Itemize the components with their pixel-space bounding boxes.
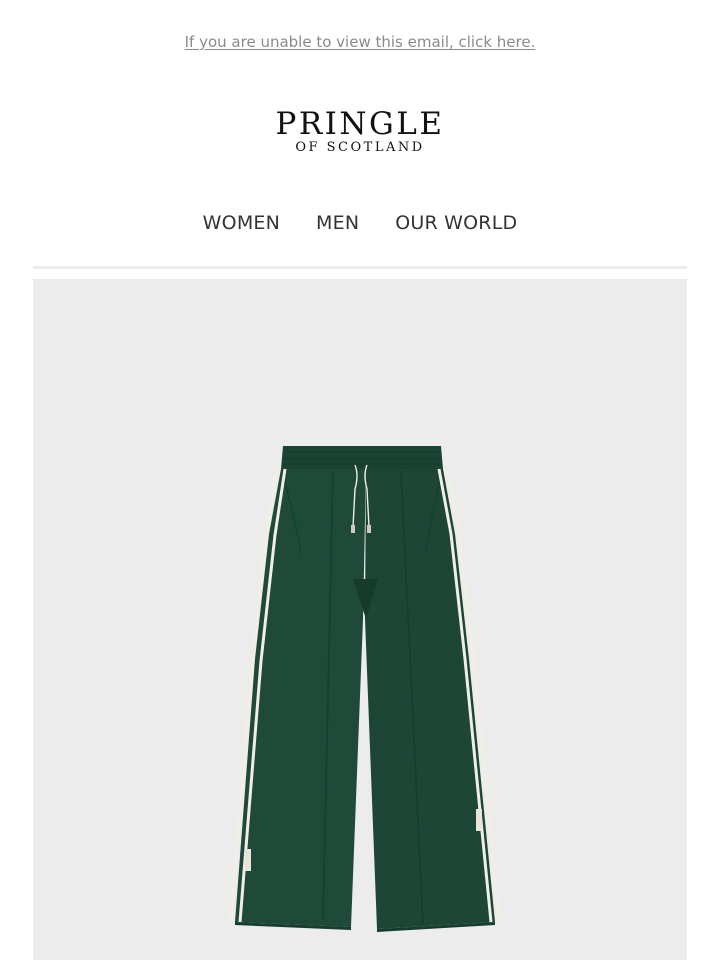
nav-item-women[interactable]: WOMEN bbox=[203, 212, 280, 234]
nav-item-our-world[interactable]: OUR WORLD bbox=[395, 212, 517, 234]
header-divider bbox=[33, 266, 687, 269]
brand-logo[interactable]: PRINGLE OF SCOTLAND bbox=[0, 108, 720, 156]
left-leg bbox=[235, 469, 366, 927]
track-pants-image bbox=[229, 446, 501, 932]
hero-product-banner[interactable] bbox=[33, 279, 687, 960]
main-nav: WOMEN MEN OUR WORLD bbox=[0, 212, 720, 234]
logo-wordmark: PRINGLE bbox=[275, 106, 445, 142]
email-page: If you are unable to view this email, cl… bbox=[0, 0, 720, 960]
view-in-browser-link[interactable]: If you are unable to view this email, cl… bbox=[0, 33, 720, 51]
logo-subtitle: OF SCOTLAND bbox=[295, 140, 425, 155]
nav-item-men[interactable]: MEN bbox=[316, 212, 359, 234]
